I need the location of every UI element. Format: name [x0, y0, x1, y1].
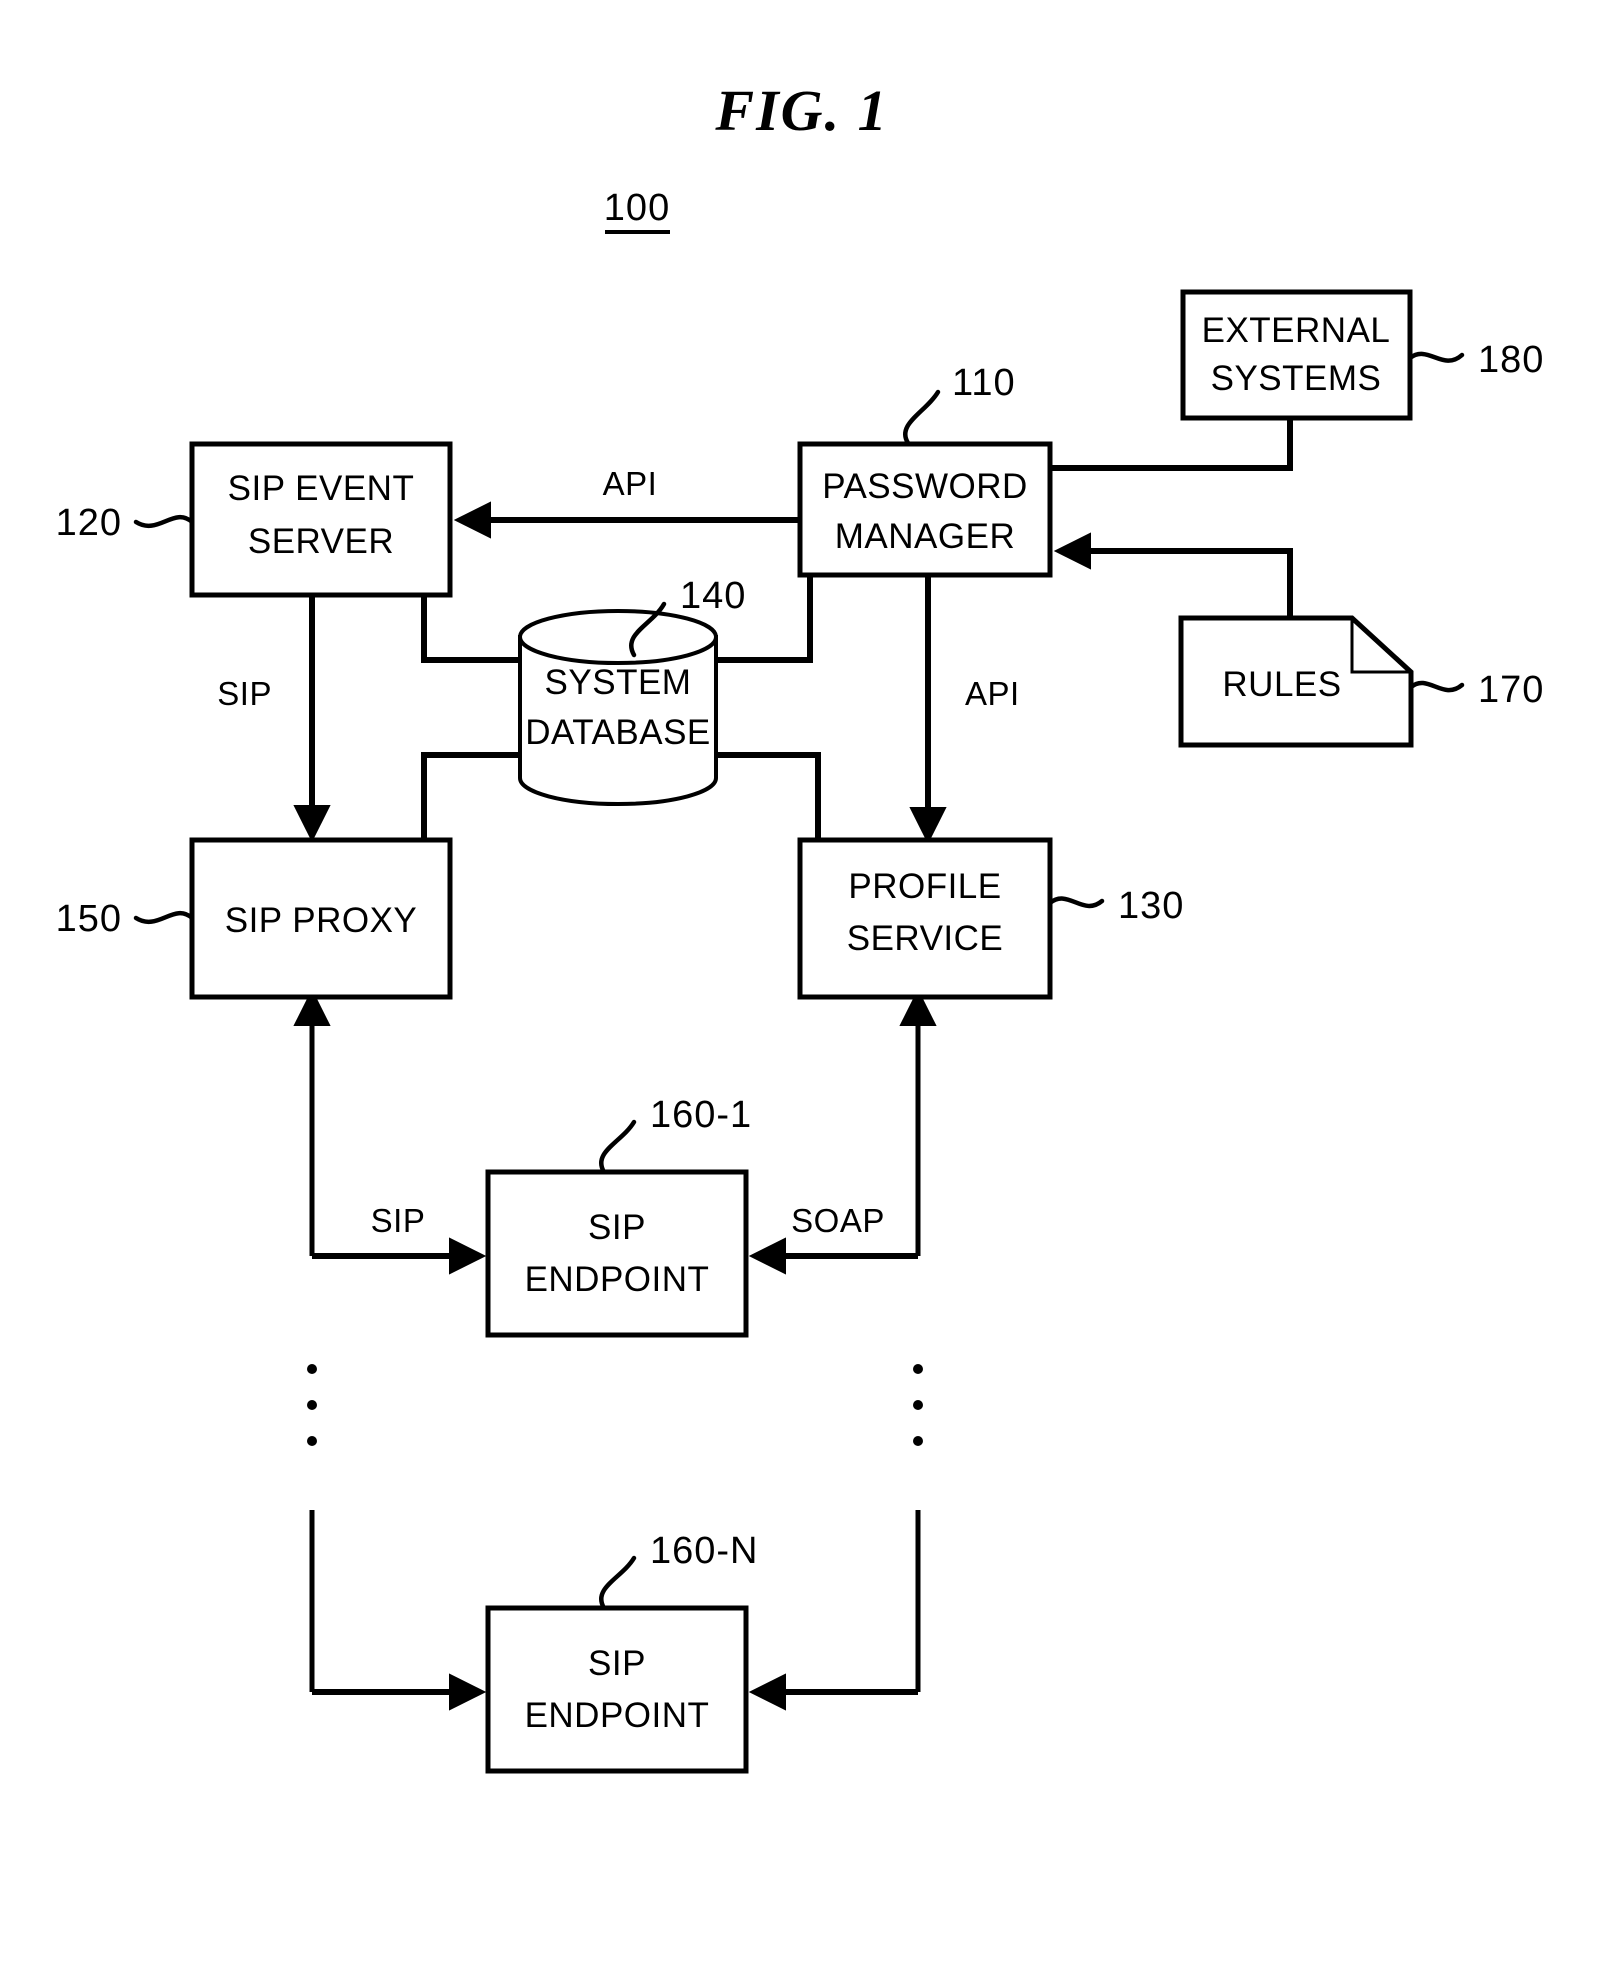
ellipsis-right — [913, 1364, 923, 1446]
password-manager-label-line1: PASSWORD — [822, 467, 1028, 506]
ref-number-160-n: 160-N — [650, 1530, 759, 1572]
sip-endpoint-n-box[interactable] — [485, 1605, 749, 1774]
edge-label-soap-endpoint: SOAP — [791, 1202, 885, 1239]
ref-number-160-1: 160-1 — [650, 1094, 752, 1136]
ref-number-110: 110 — [952, 362, 1016, 404]
sip-endpoint-n-label-line1: SIP — [588, 1644, 646, 1683]
sip-event-server-label-line2: SERVER — [248, 522, 394, 561]
connector-rules-to-password-manager — [1053, 532, 1293, 618]
sip-endpoint-1-label-line2: ENDPOINT — [525, 1260, 710, 1299]
system-database-label-line2: DATABASE — [525, 713, 711, 752]
sip-proxy-label: SIP PROXY — [225, 901, 418, 940]
rules-label: RULES — [1222, 665, 1341, 704]
node-sip-proxy[interactable]: SIP PROXY — [189, 837, 453, 1000]
node-sip-endpoint-n[interactable]: SIP ENDPOINT — [485, 1605, 749, 1774]
ref-number-150: 150 — [56, 898, 122, 940]
system-database-cylinder-top — [518, 609, 718, 665]
figure-canvas: FIG. 1 100 API API SIP SIP SOAP EXTERNAL… — [0, 0, 1605, 1985]
ref-number-170: 170 — [1478, 669, 1544, 711]
connector-sip-event-server-to-system-database — [421, 595, 530, 663]
node-profile-service[interactable]: PROFILE SERVICE — [797, 837, 1053, 1000]
external-systems-label-line2: SYSTEMS — [1211, 359, 1382, 398]
sip-endpoint-n-label-line2: ENDPOINT — [525, 1696, 710, 1735]
profile-service-label-line2: SERVICE — [847, 919, 1004, 958]
leader-line-150 — [133, 910, 195, 925]
figure-title: FIG. 1 — [714, 78, 888, 143]
node-rules[interactable]: RULES — [1178, 615, 1414, 748]
node-sip-event-server[interactable]: SIP EVENT SERVER — [189, 441, 453, 598]
figure-system-number: 100 — [604, 187, 670, 229]
sip-endpoint-1-label-line1: SIP — [588, 1208, 646, 1247]
connector-external-systems-to-password-manager — [1050, 418, 1293, 471]
node-system-database[interactable]: SYSTEM DATABASE — [518, 609, 718, 806]
edge-label-api-top: API — [603, 465, 658, 502]
leader-line-130 — [1047, 896, 1105, 909]
ref-number-140: 140 — [680, 575, 746, 617]
system-database-label-line1: SYSTEM — [545, 663, 692, 702]
fig-1-block-diagram: FIG. 1 100 API API SIP SIP SOAP EXTERNAL… — [56, 78, 1544, 1774]
edge-label-sip-endpoint: SIP — [371, 1202, 426, 1239]
node-password-manager[interactable]: PASSWORD MANAGER — [797, 441, 1053, 578]
leader-line-120 — [133, 514, 195, 529]
leader-line-170 — [1408, 680, 1465, 693]
external-systems-label-line1: EXTERNAL — [1202, 311, 1391, 350]
ref-number-120: 120 — [56, 502, 122, 544]
leader-line-160-n — [599, 1555, 637, 1611]
connector-system-database-to-profile-service — [716, 752, 821, 842]
leader-line-180 — [1407, 351, 1465, 363]
edge-label-api-right: API — [965, 675, 1020, 712]
sip-endpoint-1-box[interactable] — [485, 1169, 749, 1338]
sip-event-server-label-line1: SIP EVENT — [228, 469, 415, 508]
edge-label-sip-left: SIP — [217, 675, 272, 712]
leader-line-110 — [903, 389, 941, 446]
ref-number-180: 180 — [1478, 339, 1544, 381]
password-manager-label-line2: MANAGER — [835, 517, 1015, 556]
profile-service-label-line1: PROFILE — [848, 867, 1001, 906]
node-external-systems[interactable]: EXTERNAL SYSTEMS — [1180, 289, 1413, 421]
node-sip-endpoint-1[interactable]: SIP ENDPOINT — [485, 1169, 749, 1338]
leader-line-160-1 — [599, 1119, 637, 1175]
ellipsis-left — [307, 1364, 317, 1446]
sip-event-server-box[interactable] — [189, 441, 453, 598]
connector-system-database-to-sip-proxy — [421, 752, 530, 842]
ref-number-130: 130 — [1118, 885, 1184, 927]
